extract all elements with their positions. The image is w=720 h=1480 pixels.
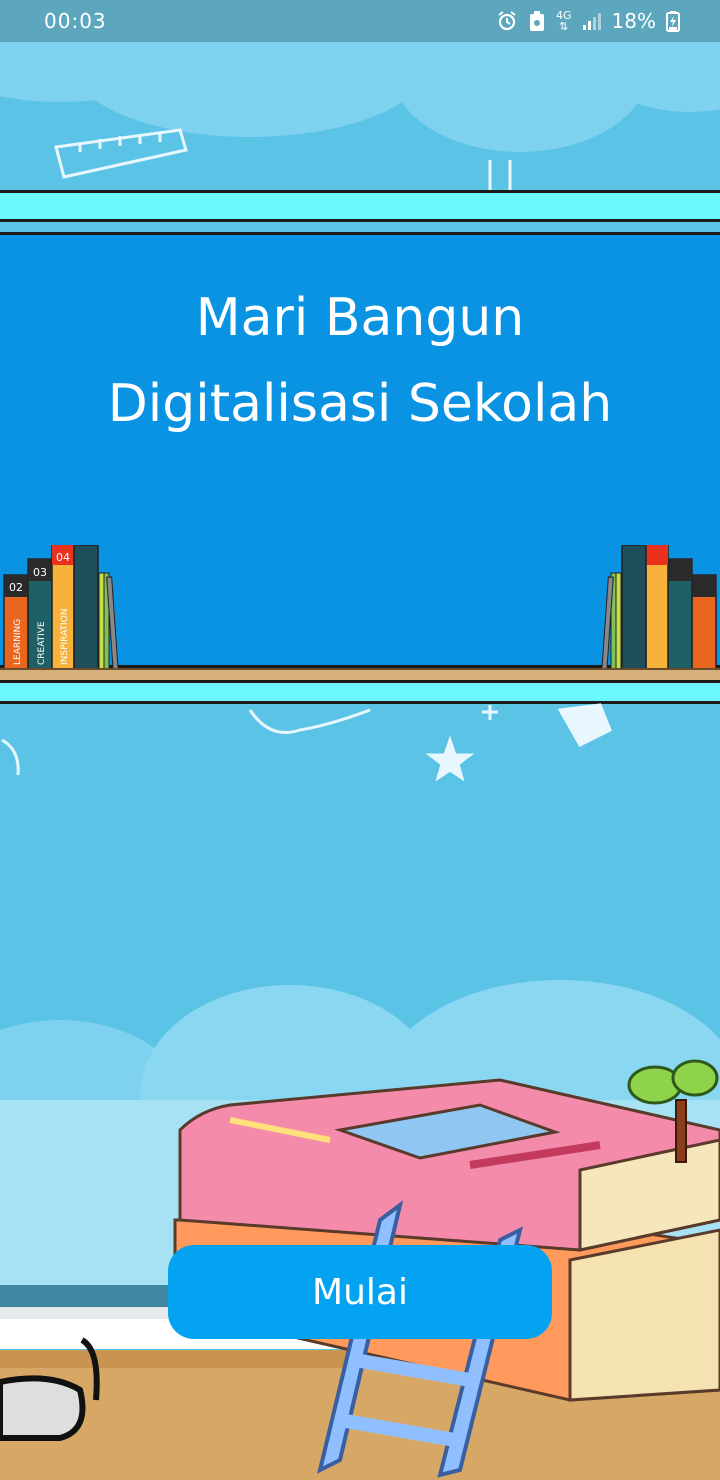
status-bar: 00:03 4G ⇅ 18% [0,0,720,42]
upper-shelf [0,190,720,222]
book-stack-left: 02 03 04 LEARNING CREATIVE INSPIRATION [3,545,119,670]
signal-icon [582,13,601,30]
title-line-1: Mari Bangun [195,288,525,348]
classroom-illustration [0,700,720,1480]
cloud-background-top [0,42,720,192]
illustration-art [0,703,720,1480]
battery-charging-icon [666,11,680,32]
book-spine-label: INSPIRATION [60,609,70,666]
doodles [1,703,612,782]
status-icons: 4G ⇅ 18% [496,9,680,33]
cloud-decoration [0,42,720,190]
status-time: 00:03 [44,9,107,33]
book-number: 03 [33,566,47,579]
network-type: 4G ⇅ [556,9,572,33]
book-number: 04 [56,551,70,564]
alarm-icon [498,11,516,31]
network-label: 4G [556,9,572,22]
start-button[interactable]: Mulai [168,1245,552,1339]
battery-percent: 18% [611,9,656,33]
board-title: Mari Bangun Digitalisasi Sekolah [0,275,720,447]
recycle-icon [530,11,545,31]
book-stack-right [601,545,717,670]
book-number: 02 [9,581,23,594]
book-spine-label: LEARNING [13,619,23,665]
ruler-doodle [54,128,188,179]
book-spine-label: CREATIVE [37,621,47,665]
title-line-2: Digitalisasi Sekolah [107,374,613,434]
